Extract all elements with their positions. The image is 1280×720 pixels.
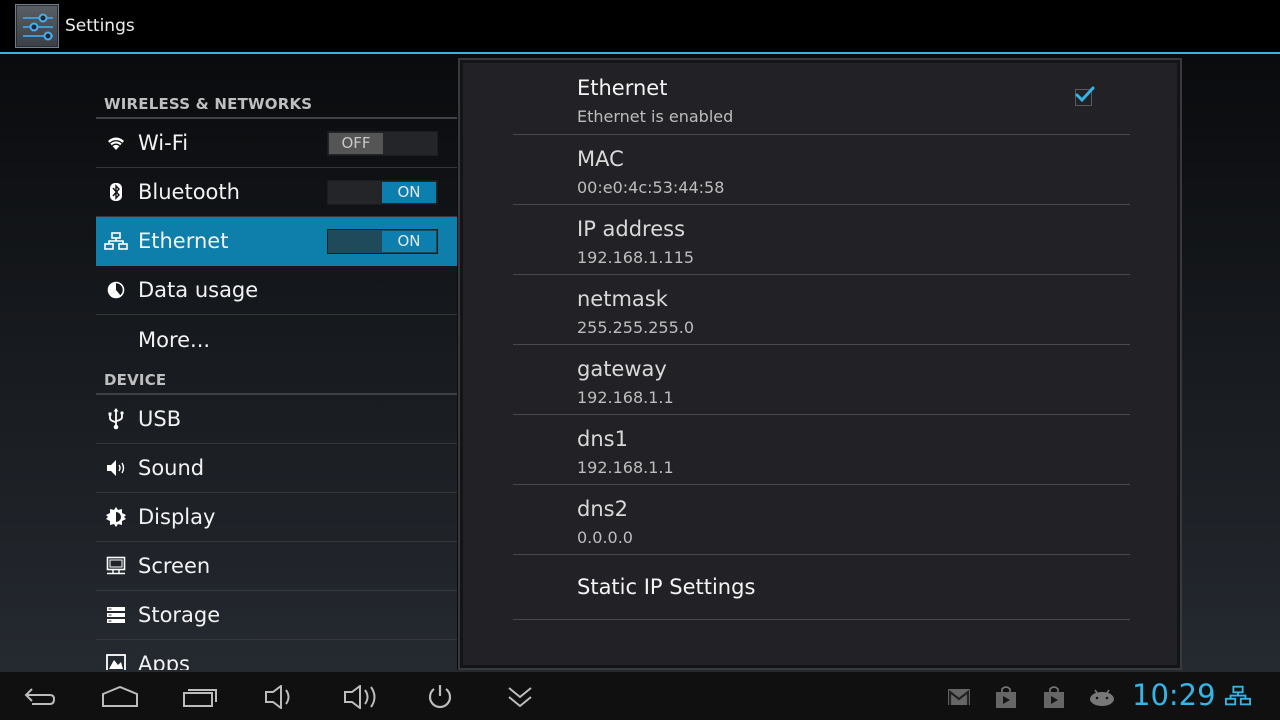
sidebar-item-more[interactable]: More... bbox=[96, 315, 458, 364]
settings-sliders-icon[interactable] bbox=[15, 4, 59, 48]
sound-icon bbox=[104, 456, 128, 480]
section-header-wireless: WIRELESS & NETWORKS bbox=[96, 56, 458, 119]
navigation-bar: 10:29 bbox=[0, 672, 1280, 720]
action-bar: Settings bbox=[0, 0, 1280, 54]
power-button[interactable] bbox=[418, 680, 462, 714]
volume-up-button[interactable] bbox=[340, 680, 384, 714]
usb-icon bbox=[104, 407, 128, 431]
section-header-device: DEVICE bbox=[96, 364, 458, 395]
sidebar-item-screen[interactable]: Screen bbox=[96, 542, 458, 591]
sidebar-item-apps[interactable]: Apps bbox=[96, 640, 458, 670]
netmask-pref[interactable]: netmask 255.255.255.0 bbox=[513, 275, 1130, 345]
bluetooth-icon bbox=[104, 180, 128, 204]
back-button[interactable] bbox=[18, 680, 62, 714]
home-button[interactable] bbox=[98, 680, 142, 714]
sidebar-item-storage[interactable]: Storage bbox=[96, 591, 458, 640]
static-ip-settings-pref[interactable]: Static IP Settings bbox=[513, 555, 1130, 620]
gmail-icon[interactable] bbox=[946, 685, 972, 709]
app-title: Settings bbox=[65, 16, 135, 36]
sidebar-item-data-usage[interactable]: Data usage bbox=[96, 266, 458, 315]
storage-icon bbox=[104, 603, 128, 627]
wifi-icon bbox=[104, 131, 128, 155]
ip-address-pref[interactable]: IP address 192.168.1.115 bbox=[513, 205, 1130, 275]
sidebar-item-wifi[interactable]: Wi-Fi OFF bbox=[96, 119, 458, 168]
gateway-pref[interactable]: gateway 192.168.1.1 bbox=[513, 345, 1130, 415]
ethernet-enable-pref[interactable]: Ethernet Ethernet is enabled bbox=[513, 63, 1130, 135]
recent-apps-button[interactable] bbox=[178, 680, 222, 714]
screen-icon bbox=[104, 554, 128, 578]
play-store-icon[interactable] bbox=[993, 685, 1019, 709]
ethernet-checkbox[interactable] bbox=[1075, 86, 1095, 106]
volume-down-button[interactable] bbox=[258, 680, 302, 714]
ethernet-toggle[interactable]: ON bbox=[327, 229, 438, 254]
collapse-button[interactable] bbox=[498, 680, 542, 714]
sidebar-item-display[interactable]: Display bbox=[96, 493, 458, 542]
ethernet-icon bbox=[104, 229, 128, 253]
apps-icon bbox=[104, 652, 128, 670]
sidebar-item-usb[interactable]: USB bbox=[96, 395, 458, 444]
bluetooth-toggle[interactable]: ON bbox=[327, 180, 438, 205]
play-store-icon[interactable] bbox=[1041, 685, 1067, 709]
settings-sidebar: WIRELESS & NETWORKS Wi-Fi OFF Bluetooth … bbox=[96, 56, 458, 670]
android-icon[interactable] bbox=[1089, 685, 1115, 709]
dns1-pref[interactable]: dns1 192.168.1.1 bbox=[513, 415, 1130, 485]
clock[interactable]: 10:29 bbox=[1132, 678, 1216, 712]
ethernet-details-panel: Ethernet Ethernet is enabled MAC 00:e0:4… bbox=[458, 58, 1182, 670]
dns2-pref[interactable]: dns2 0.0.0.0 bbox=[513, 485, 1130, 555]
mac-pref[interactable]: MAC 00:e0:4c:53:44:58 bbox=[513, 135, 1130, 205]
ethernet-status-icon[interactable] bbox=[1225, 684, 1251, 708]
data-usage-icon bbox=[104, 278, 128, 302]
display-icon bbox=[104, 505, 128, 529]
sidebar-item-ethernet[interactable]: Ethernet ON bbox=[96, 217, 458, 266]
wifi-toggle[interactable]: OFF bbox=[327, 131, 438, 156]
sidebar-item-sound[interactable]: Sound bbox=[96, 444, 458, 493]
sidebar-item-bluetooth[interactable]: Bluetooth ON bbox=[96, 168, 458, 217]
